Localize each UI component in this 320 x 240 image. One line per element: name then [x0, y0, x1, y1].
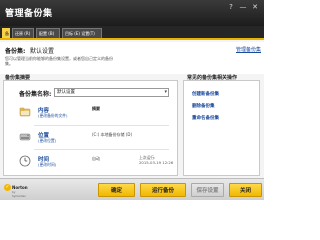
location-info: (C:) 本地备份存储 (D) [92, 132, 133, 137]
create-backup-set-link[interactable]: 创建新备份集 [192, 91, 219, 97]
checkmark-icon: ✓ [4, 184, 11, 191]
window-title: 管理备份集 [5, 9, 53, 19]
folder-icon [19, 106, 31, 118]
rename-backup-set-link[interactable]: 重命名备份集 [192, 115, 219, 121]
norton-logo: ✓ Norton by Symantec [4, 183, 28, 198]
tab-backup[interactable]: 备 [2, 28, 10, 38]
brand-sub: by Symantec [12, 190, 26, 198]
footer-bar: ✓ Norton by Symantec 确定 运行备份 保存设置 关闭 [0, 178, 264, 200]
time-change-link[interactable]: (更改时间) [38, 162, 56, 168]
tab-bar: 备 还原 (R) 配置 (B) 目标 (E) 设置(T) [0, 26, 264, 40]
row-divider [34, 125, 169, 126]
tasks-panel: 创建新备份集 删除备份集 重命名备份集 [183, 80, 260, 176]
contents-change-link[interactable]: (更改备份的文件) [38, 113, 68, 119]
tab-target-settings[interactable]: 目标 (E) 设置(T) [62, 28, 102, 38]
summary-panel: 备份集名称: 默认设置 ▾ 内容 (更改备份的文件) 摘要 位置 (更改位置) [3, 80, 178, 176]
location-change-link[interactable]: (更改位置) [38, 138, 56, 144]
header-description: 您可以管理当前你能够的备份集设置，或者您自己定义的备份集。 [5, 56, 113, 66]
backup-set-window: 管理备份集 ? — ✕ 备 还原 (R) 配置 (B) 目标 (E) 设置(T)… [0, 0, 264, 200]
close-button[interactable]: 关闭 [229, 183, 262, 197]
backup-set-label: 备份集: [5, 48, 26, 55]
manage-backup-sets-link[interactable]: 管理备份集 [236, 46, 261, 53]
close-icon[interactable]: ✕ [250, 3, 260, 11]
save-settings-button[interactable]: 保存设置 [191, 183, 224, 197]
last-run-info: 上次运行: 2015-03-19 12:26 [139, 155, 174, 165]
run-backup-button[interactable]: 运行备份 [140, 183, 186, 197]
header-panel: 备份集: 默认设置 管理备份集 您可以管理当前你能够的备份集设置，或者您自己定义… [0, 42, 264, 74]
delete-backup-set-link[interactable]: 删除备份集 [192, 103, 215, 109]
row-divider [34, 149, 169, 150]
ok-button[interactable]: 确定 [98, 183, 135, 197]
set-name-label: 备份集名称: [19, 91, 52, 98]
help-icon[interactable]: ? [226, 3, 236, 11]
time-info: 自动 [92, 156, 100, 161]
clock-icon [19, 155, 31, 167]
set-name-select-value: 默认设置 [57, 90, 75, 95]
backup-set-value: 默认设置 [30, 48, 55, 55]
title-bar: 管理备份集 ? — ✕ [0, 0, 264, 26]
contents-info: 摘要 [92, 106, 100, 111]
tab-configure[interactable]: 配置 (B) [36, 28, 60, 38]
chevron-down-icon: ▾ [164, 89, 167, 95]
minimize-icon[interactable]: — [238, 3, 248, 11]
tab-restore[interactable]: 还原 (R) [12, 28, 34, 38]
drive-icon [19, 131, 31, 143]
set-name-select[interactable]: 默认设置 ▾ [54, 88, 169, 97]
